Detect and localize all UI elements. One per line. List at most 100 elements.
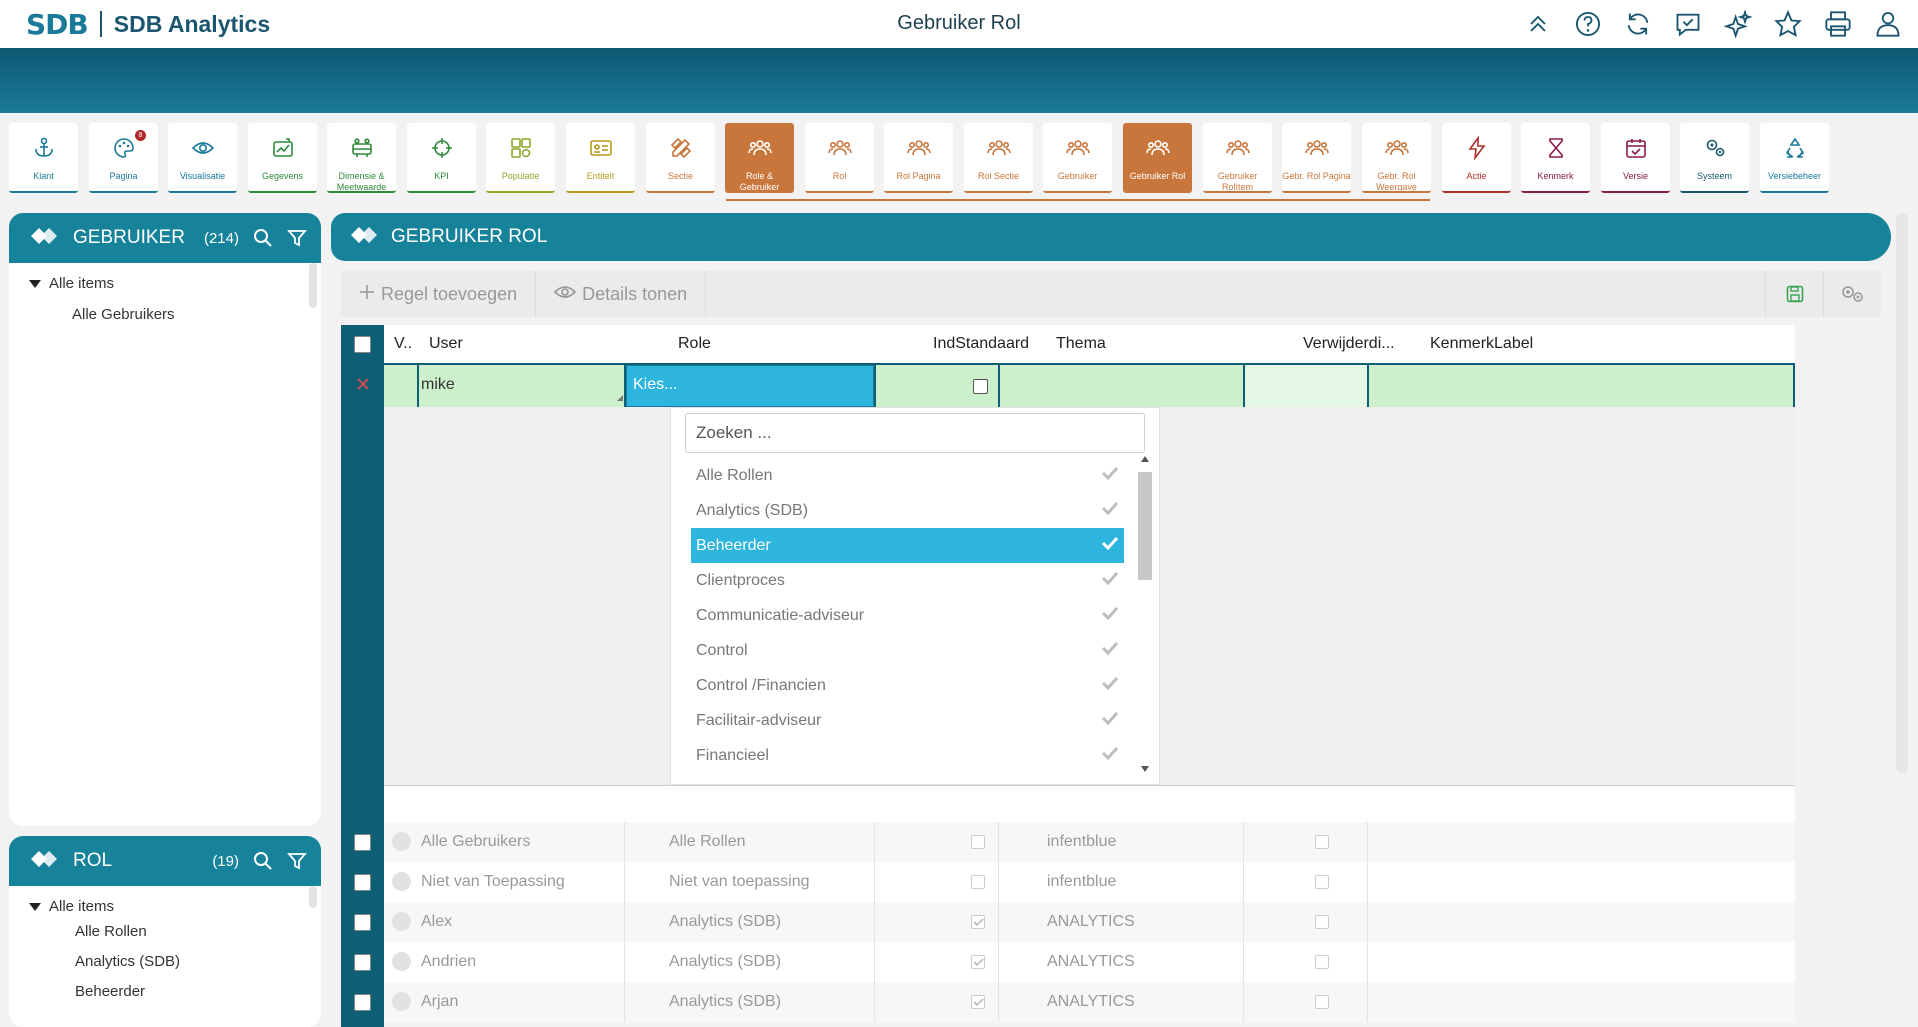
toolbar-item-label: Versie — [1622, 171, 1648, 181]
row-checkbox[interactable] — [354, 913, 371, 931]
toolbar-item-actie[interactable]: Actie — [1442, 123, 1511, 193]
toolbar-item-rol-sectie[interactable]: Rol Sectie — [964, 123, 1033, 193]
tree-item-alle-rollen[interactable]: Alle Rollen — [29, 917, 301, 947]
cell-verwijderd-checkbox[interactable] — [1315, 995, 1329, 1009]
col-kenmerklabel[interactable]: KenmerkLabel — [1430, 335, 1533, 353]
panel-scrollbar[interactable] — [309, 886, 317, 908]
dropdown-option[interactable]: Fin Bel — [691, 773, 1124, 778]
refresh-icon[interactable] — [1622, 8, 1654, 40]
panel-scrollbar[interactable] — [309, 263, 317, 308]
toolbar-item-systeem[interactable]: Systeem — [1680, 123, 1749, 193]
toolbar-item-entiteit[interactable]: Entiteit — [566, 123, 635, 193]
toolbar-item-populatie[interactable]: Populatie — [486, 123, 555, 193]
col-verwijderdi[interactable]: Verwijderdi... — [1303, 335, 1395, 353]
close-icon[interactable] — [356, 377, 370, 396]
col-user[interactable]: User — [429, 335, 463, 353]
comment-check-icon[interactable] — [1672, 8, 1704, 40]
dropdown-option[interactable]: Facilitair-adviseur — [691, 703, 1124, 738]
cell-indstandaard-checkbox[interactable] — [971, 995, 985, 1009]
printer-icon[interactable] — [1822, 8, 1854, 40]
help-icon[interactable] — [1572, 8, 1604, 40]
verwijderd-cell[interactable] — [1245, 365, 1367, 407]
tree-item-alle-gebruikers[interactable]: Alle Gebruikers — [29, 300, 301, 330]
toolbar-item-role-gebruiker[interactable]: Role & Gebruiker — [725, 123, 794, 193]
cell-verwijderd-checkbox[interactable] — [1315, 875, 1329, 889]
toolbar-item-kenmerk[interactable]: Kenmerk — [1521, 123, 1590, 193]
indstandaard-checkbox[interactable] — [973, 379, 988, 394]
table-row[interactable]: Arjan Analytics (SDB) ANALYTICS — [341, 982, 1795, 1022]
row-select-cell — [341, 862, 384, 902]
toolbar-item-gebr-rol-pagina[interactable]: Gebr. Rol Pagina — [1282, 123, 1351, 193]
select-all-checkbox[interactable] — [354, 335, 371, 353]
cell-indstandaard-checkbox[interactable] — [971, 915, 985, 929]
table-row[interactable]: Andrien Analytics (SDB) ANALYTICS — [341, 942, 1795, 982]
dropdown-search-input[interactable]: Zoeken ... — [685, 413, 1145, 453]
search-icon[interactable] — [253, 851, 273, 871]
settings-gears-icon[interactable] — [1823, 271, 1881, 317]
cell-indstandaard-checkbox[interactable] — [971, 835, 985, 849]
filter-icon[interactable] — [287, 228, 307, 248]
star-icon[interactable] — [1772, 8, 1804, 40]
toolbar-item-gegevens[interactable]: Gegevens — [248, 123, 317, 193]
toolbar-item-versie[interactable]: Versie — [1601, 123, 1670, 193]
tree-item-analytics[interactable]: Analytics (SDB) — [29, 947, 301, 977]
toolbar-item-rol-pagina[interactable]: Rol Pagina — [884, 123, 953, 193]
tree-item-beheerder[interactable]: Beheerder — [29, 977, 301, 1007]
toolbar-item-sectie[interactable]: Sectie — [646, 123, 715, 193]
toolbar-item-visualisatie[interactable]: Visualisatie — [168, 123, 237, 193]
chevrons-up-icon[interactable] — [1522, 8, 1554, 40]
cell-verwijderd-checkbox[interactable] — [1315, 915, 1329, 929]
cell-verwijderd-checkbox[interactable] — [1315, 955, 1329, 969]
row-checkbox[interactable] — [354, 953, 371, 971]
scroll-down-icon[interactable] — [1141, 766, 1149, 772]
row-checkbox[interactable] — [354, 833, 371, 851]
cell-indstandaard-checkbox[interactable] — [971, 955, 985, 969]
dropdown-option[interactable]: Clientproces — [691, 563, 1124, 598]
main-scrollbar[interactable] — [1896, 213, 1908, 773]
row-checkbox[interactable] — [354, 873, 371, 891]
table-row[interactable]: Alle Gebruikers Alle Rollen infentblue — [341, 822, 1795, 862]
caret-down-icon[interactable] — [29, 279, 41, 288]
dropdown-option[interactable]: Analytics (SDB) — [691, 493, 1124, 528]
toolbar-item-versiebeheer[interactable]: Versiebeheer — [1760, 123, 1829, 193]
cell-indstandaard-checkbox[interactable] — [971, 875, 985, 889]
toolbar-item-klant[interactable]: Klant — [9, 123, 78, 193]
col-indstandaard[interactable]: IndStandaard — [933, 335, 1029, 353]
toolbar-item-gebruiker-rol[interactable]: Gebruiker Rol — [1123, 123, 1192, 193]
toolbar-item-gebr-rol-weergave[interactable]: Gebr. Rol Weergave — [1362, 123, 1431, 193]
toolbar-item-rol[interactable]: Rol — [805, 123, 874, 193]
toolbar-item-pagina[interactable]: Pagina 8 — [89, 123, 158, 193]
table-row[interactable]: Alex Analytics (SDB) ANALYTICS — [341, 902, 1795, 942]
tree-root[interactable]: Alle items — [29, 898, 301, 915]
cell-verwijderd-checkbox[interactable] — [1315, 835, 1329, 849]
row-checkbox[interactable] — [354, 993, 371, 1011]
dropdown-option[interactable]: Communicatie-adviseur — [691, 598, 1124, 633]
dropdown-option[interactable]: Beheerder — [691, 528, 1124, 563]
scroll-up-icon[interactable] — [1141, 456, 1149, 462]
user-icon[interactable] — [1872, 8, 1904, 40]
sparkle-star-icon[interactable] — [1722, 8, 1754, 40]
dropdown-scrollbar[interactable] — [1137, 456, 1153, 772]
caret-down-icon[interactable] — [29, 902, 41, 911]
dropdown-option[interactable]: Financieel — [691, 738, 1124, 773]
table-row[interactable]: Niet van Toepassing Niet van toepassing in… — [341, 862, 1795, 902]
dropdown-option[interactable]: Alle Rollen — [691, 458, 1124, 493]
col-v[interactable]: V.. — [394, 335, 412, 353]
toolbar-item-kpi[interactable]: KPI — [407, 123, 476, 193]
add-row-button[interactable]: Regel toevoegen — [341, 271, 537, 317]
dropdown-option[interactable]: Control /Financien — [691, 668, 1124, 703]
tree-root[interactable]: Alle items — [29, 275, 301, 292]
role-select[interactable]: Kies... — [626, 365, 874, 407]
filter-icon[interactable] — [287, 851, 307, 871]
col-thema[interactable]: Thema — [1056, 335, 1106, 353]
toolbar-item-dimensie-meetwaarde[interactable]: Dimensie & Meetwaarde — [327, 123, 396, 193]
details-button[interactable]: Details tonen — [536, 271, 707, 317]
edit-user-value[interactable]: mike — [421, 376, 455, 394]
search-icon[interactable] — [253, 228, 273, 248]
col-role[interactable]: Role — [678, 335, 711, 353]
scroll-thumb[interactable] — [1138, 472, 1152, 580]
toolbar-item-gebruiker[interactable]: Gebruiker — [1043, 123, 1112, 193]
save-icon[interactable] — [1765, 271, 1823, 317]
dropdown-option[interactable]: Control — [691, 633, 1124, 668]
toolbar-item-gebruiker-rolitem[interactable]: Gebruiker RolItem — [1203, 123, 1272, 193]
